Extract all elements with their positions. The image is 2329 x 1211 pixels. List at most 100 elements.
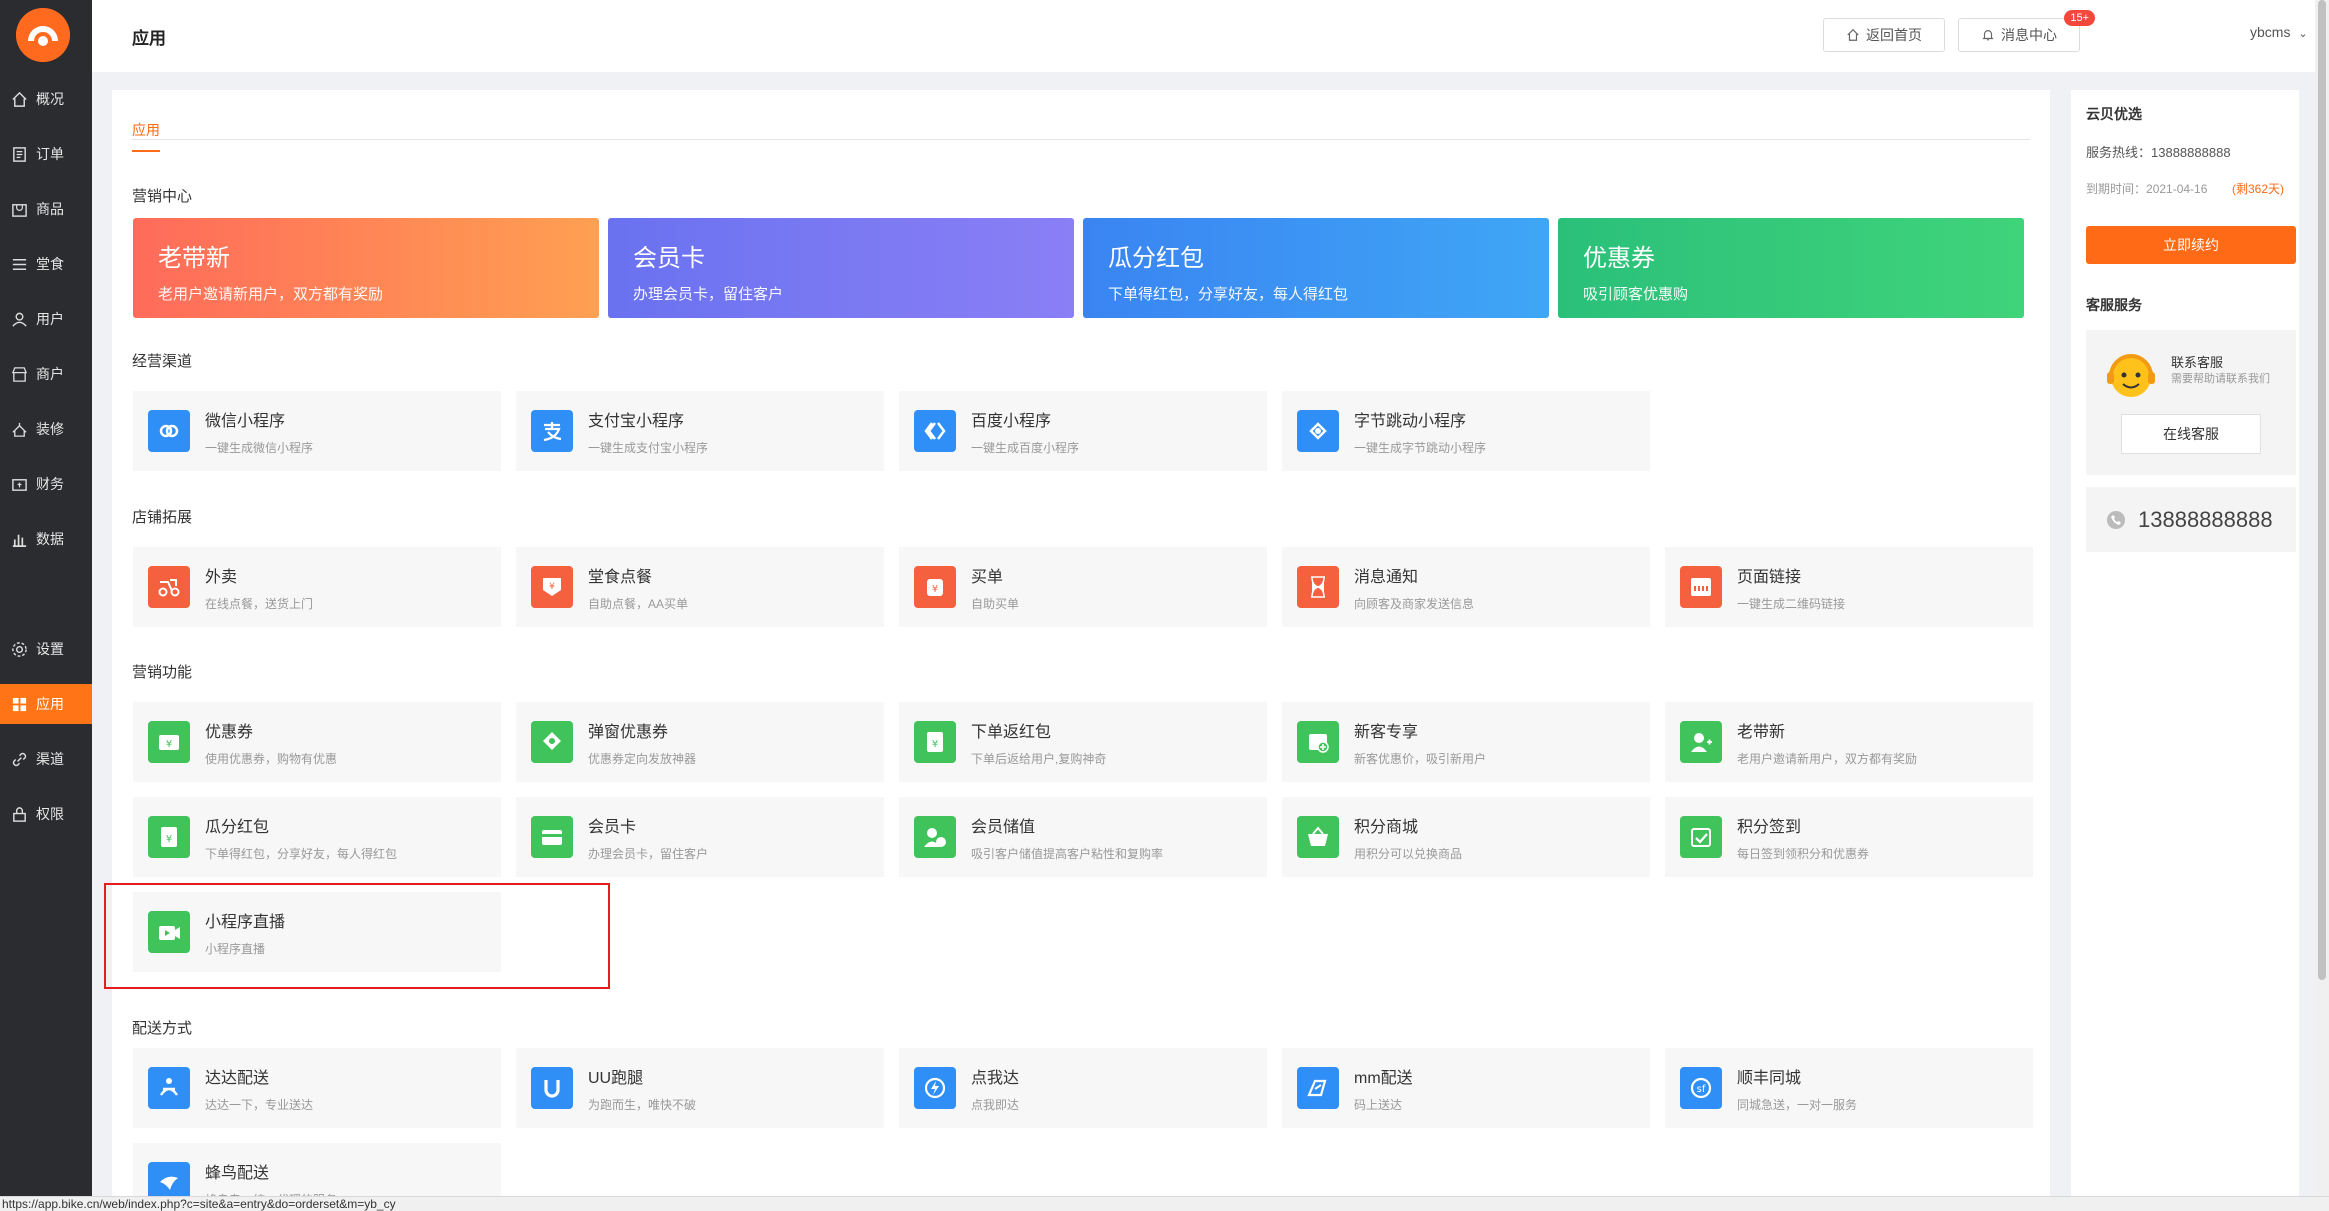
app-desc: 老用户邀请新用户，双方都有奖励 (1737, 751, 1918, 766)
app-tile[interactable]: 积分商城 用积分可以兑换商品 (1282, 797, 1650, 877)
app-tile[interactable]: 消息通知 向顾客及商家发送信息 (1282, 547, 1650, 627)
sidebar-item-label: 财务 (36, 476, 64, 492)
promo-banner-0[interactable]: 老带新 老用户邀请新用户，双方都有奖励 (133, 218, 599, 318)
page-title: 应用 (132, 29, 166, 48)
app-title: 积分签到 (1737, 818, 1802, 836)
message-center-button[interactable]: 消息中心 15+ (1958, 10, 2095, 52)
app-tile[interactable]: 点我达 点我即达 (899, 1048, 1267, 1128)
service-hotline: 服务热线：13888888888 (2086, 145, 2231, 160)
sidebar-item-0[interactable]: 概况 (0, 79, 92, 119)
support-agent-icon (2107, 354, 2155, 397)
sidebar-item-12[interactable]: 权限 (0, 794, 92, 834)
app-desc: 一键生成微信小程序 (205, 440, 314, 455)
app-tile[interactable]: 百度小程序 一键生成百度小程序 (899, 391, 1267, 471)
sidebar-item-7[interactable]: 财务 (0, 464, 92, 504)
app-tile[interactable]: 弹窗优惠券 优惠券定向发放神器 (516, 702, 884, 782)
banner-subtitle: 下单得红包，分享好友，每人得红包 (1108, 286, 1349, 303)
sidebar-item-6[interactable]: 装修 (0, 409, 92, 449)
vertical-scrollbar[interactable] (2315, 0, 2329, 1196)
sf-icon: sf (1680, 1067, 1722, 1109)
invite-icon (1680, 721, 1722, 763)
app-title: 顺丰同城 (1737, 1069, 1802, 1087)
app-tile[interactable]: 页面链接 一键生成二维码链接 (1665, 547, 2033, 627)
back-home-button[interactable]: 返回首页 (1823, 18, 1945, 52)
sidebar-item-label: 装修 (36, 421, 64, 437)
expire-time: 到期时间：2021-04-16 (2086, 182, 2208, 196)
promo-banner-3[interactable]: 优惠券 吸引顾客优惠购 (1558, 218, 2024, 318)
scrollbar-thumb[interactable] (2318, 0, 2326, 980)
app-tile[interactable]: 会员卡 办理会员卡，留住客户 (516, 797, 884, 877)
app-tile[interactable]: 微信小程序一键生成微信小程序 (133, 391, 501, 471)
goods-icon (10, 200, 28, 218)
top-bar: 应用 返回首页 消息中心 15+ ybcms ⌄ (92, 0, 2315, 72)
user-menu[interactable]: ybcms ⌄ (2250, 24, 2308, 40)
app-tile[interactable]: mm配送 码上送达 (1282, 1048, 1650, 1128)
svg-text:¥: ¥ (549, 582, 555, 592)
renew-button[interactable]: 立即续约 (2086, 226, 2296, 264)
sidebar-item-10[interactable]: 应用 (0, 684, 92, 724)
app-tile[interactable]: 支付宝小程序 一键生成支付宝小程序 (516, 391, 884, 471)
app-desc: 一键生成字节跳动小程序 (1354, 440, 1487, 455)
menu-icon (10, 255, 28, 273)
home-icon (10, 90, 28, 108)
contact-support-label: 联系客服 (2171, 355, 2224, 370)
app-desc: 为跑而生，唯快不破 (588, 1097, 697, 1112)
contact-support-desc: 需要帮助请联系我们 (2171, 373, 2270, 385)
app-desc: 下单得红包，分享好友，每人得红包 (205, 846, 398, 861)
brand-logo[interactable] (16, 8, 70, 62)
sidebar-item-label: 应用 (36, 696, 64, 712)
sidebar-item-3[interactable]: 堂食 (0, 244, 92, 284)
app-tile[interactable]: 小程序直播 小程序直播 (133, 892, 501, 972)
app-title: 微信小程序 (205, 412, 286, 430)
sidebar: 概况订单商品堂食用户商户装修财务数据设置应用渠道权限 (0, 0, 92, 1211)
app-tile[interactable]: 外卖 在线点餐，送货上门 (133, 547, 501, 627)
app-title: 字节跳动小程序 (1354, 412, 1467, 430)
app-tile[interactable]: 新客专享 新客优惠价，吸引新用户 (1282, 702, 1650, 782)
points-mall-icon (1297, 816, 1339, 858)
phone-icon (2107, 510, 2125, 529)
app-tile[interactable]: ¥ 瓜分红包 下单得红包，分享好友，每人得红包 (133, 797, 501, 877)
section-title: 店铺拓展 (132, 509, 193, 526)
app-title: 外卖 (205, 568, 238, 586)
app-tile[interactable]: 达达配送 达达一下，专业送达 (133, 1048, 501, 1128)
app-desc: 一键生成二维码链接 (1737, 596, 1846, 611)
sidebar-item-1[interactable]: 订单 (0, 134, 92, 174)
promo-banner-2[interactable]: 瓜分红包 下单得红包，分享好友，每人得红包 (1083, 218, 1549, 318)
sidebar-item-11[interactable]: 渠道 (0, 739, 92, 779)
app-tile[interactable]: 会员储值 吸引客户储值提高客户粘性和复购率 (899, 797, 1267, 877)
tab-apps[interactable]: 应用 (132, 120, 160, 152)
app-tile[interactable]: 积分签到 每日签到领积分和优惠券 (1665, 797, 2033, 877)
app-title: 新客专享 (1354, 723, 1419, 741)
banner-title: 老带新 (158, 245, 230, 272)
app-tile[interactable]: ¥ 堂食点餐 自助点餐，AA买单 (516, 547, 884, 627)
sidebar-item-5[interactable]: 商户 (0, 354, 92, 394)
promo-banner-1[interactable]: 会员卡 办理会员卡，留住客户 (608, 218, 1074, 318)
sidebar-item-9[interactable]: 设置 (0, 629, 92, 669)
app-title: 积分商城 (1354, 818, 1419, 836)
app-desc: 点我即达 (971, 1097, 1020, 1112)
svg-text:¥: ¥ (166, 834, 172, 845)
sidebar-item-8[interactable]: 数据 (0, 519, 92, 559)
decorate-icon (10, 420, 28, 438)
member-deposit-icon (914, 816, 956, 858)
app-title: 百度小程序 (971, 412, 1052, 430)
app-tile[interactable]: ¥ 下单返红包 下单后返给用户,复购神奇 (899, 702, 1267, 782)
app-tile[interactable]: 字节跳动小程序一键生成字节跳动小程序 (1282, 391, 1650, 471)
banner-subtitle: 吸引顾客优惠购 (1583, 286, 1689, 303)
sidebar-item-label: 用户 (36, 311, 64, 327)
apps-icon (10, 695, 28, 713)
app-tile[interactable]: ¥ 买单 自助买单 (899, 547, 1267, 627)
app-tile[interactable]: ¥ 优惠券 使用优惠券，购物有优惠 (133, 702, 501, 782)
app-desc: 使用优惠券，购物有优惠 (205, 751, 338, 766)
section-title: 配送方式 (132, 1020, 193, 1037)
app-tile[interactable]: sf 顺丰同城同城急送，一对一服务 (1665, 1048, 2033, 1128)
chevron-down-icon: ⌄ (2298, 28, 2308, 40)
app-tile[interactable]: 老带新 老用户邀请新用户，双方都有奖励 (1665, 702, 2033, 782)
main-content: 应用 营销中心 老带新 老用户邀请新用户，双方都有奖励 会员卡 办理会员卡，留住客户瓜… (112, 90, 2050, 1211)
online-service-button[interactable]: 在线客服 (2121, 414, 2261, 454)
app-desc: 同城急送，一对一服务 (1737, 1097, 1858, 1112)
app-title: 下单返红包 (971, 723, 1052, 741)
app-tile[interactable]: UU跑腿 为跑而生，唯快不破 (516, 1048, 884, 1128)
sidebar-item-4[interactable]: 用户 (0, 299, 92, 339)
sidebar-item-2[interactable]: 商品 (0, 189, 92, 229)
